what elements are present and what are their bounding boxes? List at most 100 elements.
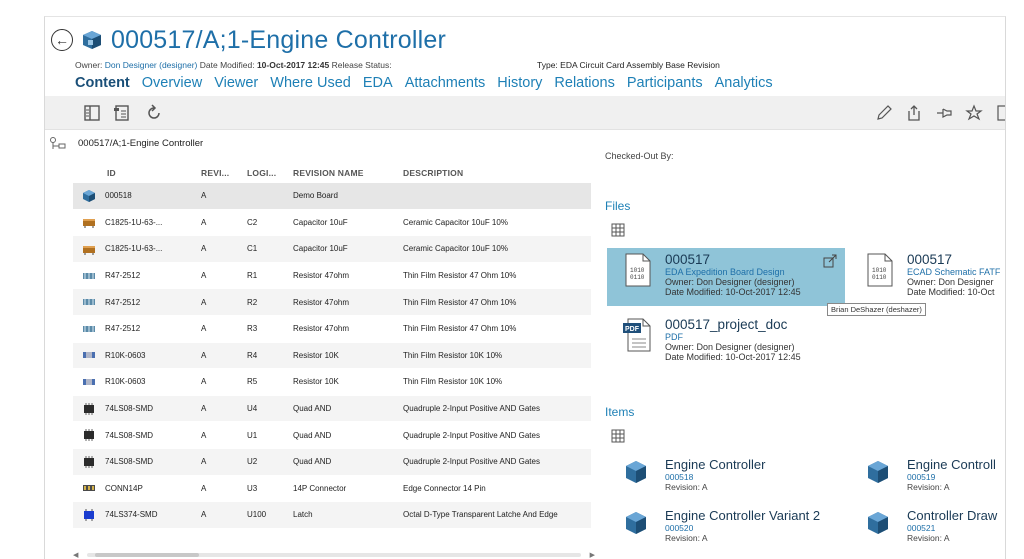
grid-view-icon[interactable]: [611, 429, 625, 443]
item-name[interactable]: Engine Controller: [665, 457, 845, 472]
cell-id: C1825-1U-63-...: [105, 244, 163, 254]
pin-icon[interactable]: [935, 104, 953, 122]
assembly-icon: [868, 461, 888, 483]
horizontal-scrollbar[interactable]: ◀ ▶: [73, 551, 595, 559]
item-revision: Revision: A: [665, 482, 708, 492]
table-header: ID REVI... LOGI... REVISION NAME DESCRIP…: [73, 163, 591, 183]
cell-logical: R4: [247, 350, 258, 360]
item-card[interactable]: Engine Controll 000519 Revision: A: [849, 457, 1005, 501]
file-card[interactable]: 1010 0110 000517 EDA Expedition Board De…: [607, 248, 845, 306]
item-name[interactable]: Engine Controller Variant 2: [665, 508, 845, 523]
assembly-icon: [83, 31, 101, 49]
cell-revision: A: [201, 271, 207, 281]
file-date: Date Modified: 10-Oct-2017 12:45: [665, 287, 801, 297]
panel-icon[interactable]: [83, 104, 101, 122]
table-row[interactable]: 74LS374-SMD A U100 Latch Octal D-Type Transp…: [73, 502, 591, 529]
cell-description: Quadruple 2-Input Positive AND Gates: [403, 404, 540, 414]
table-row[interactable]: R10K-0603 A R5 Resistor 10K Thin Film Resist…: [73, 369, 591, 396]
tab-viewer[interactable]: Viewer: [214, 75, 258, 91]
assembly-icon: [626, 512, 646, 534]
tab-where-used[interactable]: Where Used: [270, 75, 351, 91]
cell-revision-name: Resistor 10K: [293, 377, 339, 387]
header-description[interactable]: DESCRIPTION: [403, 168, 591, 178]
release-label: Release Status:: [331, 60, 392, 70]
cell-revision: A: [201, 350, 207, 360]
row-icon-cell: [73, 402, 105, 416]
table-row[interactable]: R10K-0603 A R4 Resistor 10K Thin Film Resist…: [73, 342, 591, 370]
header-logical[interactable]: LOGI...: [247, 168, 293, 178]
tab-attachments[interactable]: Attachments: [405, 75, 486, 91]
scroll-right-icon[interactable]: ▶: [590, 551, 595, 559]
item-card[interactable]: Engine Controller Variant 2 000520 Revis…: [607, 508, 845, 552]
header-revision-name[interactable]: REVISION NAME: [293, 168, 403, 178]
file-card[interactable]: PDF 000517_project_doc PDF Owner: Don De…: [607, 313, 845, 371]
table-row[interactable]: 74LS08-SMD A U2 Quad AND Quadruple 2-Input P…: [73, 448, 591, 476]
cell-revision: A: [201, 377, 207, 387]
file-date: Date Modified: 10-Oct-2017 12:45: [665, 352, 801, 362]
cell-id: 74LS08-SMD: [105, 430, 154, 440]
pdf-file-icon: PDF: [623, 318, 651, 352]
owner-link[interactable]: Don Designer (designer): [105, 60, 198, 70]
date-value: 10-Oct-2017 12:45: [256, 60, 330, 70]
cell-revision-name: Capacitor 10uF: [293, 217, 348, 227]
structure-icon[interactable]: [113, 104, 131, 122]
table-row[interactable]: R47-2512 A R3 Resistor 47ohm Thin Film Resis…: [73, 316, 591, 343]
table-row[interactable]: R47-2512 A R2 Resistor 47ohm Thin Film Resis…: [73, 289, 591, 316]
cell-revision: A: [201, 404, 207, 414]
cell-revision: A: [201, 430, 207, 440]
header-id[interactable]: ID: [105, 168, 201, 178]
chip-icon: [84, 455, 94, 468]
tab-analytics[interactable]: Analytics: [715, 75, 773, 91]
tab-overview[interactable]: Overview: [142, 75, 202, 91]
cell-revision-name: 14P Connector: [293, 483, 347, 493]
scroll-thumb[interactable]: [95, 553, 199, 557]
refresh-icon[interactable]: [145, 104, 163, 122]
table-row[interactable]: 000518 A Demo Board: [73, 183, 591, 210]
cell-revision-name: Quad AND: [293, 457, 332, 467]
tab-history[interactable]: History: [497, 75, 542, 91]
item-card[interactable]: Engine Controller 000518 Revision: A: [607, 457, 845, 501]
tab-content[interactable]: Content: [75, 75, 130, 91]
tab-participants[interactable]: Participants: [627, 75, 703, 91]
item-id: 000520: [665, 523, 694, 533]
table-row[interactable]: C1825-1U-63-... A C1 Capacitor 10uF Ceramic …: [73, 236, 591, 263]
header-revision[interactable]: REVI...: [201, 168, 247, 178]
cell-revision: A: [201, 244, 207, 254]
row-icon-cell: [73, 348, 105, 362]
item-card[interactable]: Controller Draw 000521 Revision: A: [849, 508, 1005, 552]
share-icon[interactable]: [905, 104, 923, 122]
cell-revision: A: [201, 510, 207, 520]
open-external-icon[interactable]: [823, 254, 837, 268]
item-name[interactable]: Controller Draw: [907, 508, 1005, 523]
pencil-icon[interactable]: [875, 104, 893, 122]
cell-id: 74LS08-SMD: [105, 457, 154, 467]
file-name[interactable]: 000517: [907, 252, 1005, 267]
table-row[interactable]: 74LS08-SMD A U4 Quad AND Quadruple 2-Input P…: [73, 395, 591, 423]
file-card[interactable]: 1010 0110 000517 ECAD Schematic FATF Own…: [849, 248, 1005, 306]
cell-logical: R5: [247, 377, 258, 387]
grid-view-icon[interactable]: [611, 223, 625, 237]
binary-file-icon: 1010 0110: [867, 253, 893, 287]
tab-relations[interactable]: Relations: [554, 75, 614, 91]
table-row[interactable]: CONN14P A U3 14P Connector Edge Connector 14…: [73, 476, 591, 503]
table-row[interactable]: C1825-1U-63-... A C2 Capacitor 10uF Ceramic …: [73, 210, 591, 237]
assembly-icon: [83, 189, 95, 202]
back-button[interactable]: ←: [51, 29, 73, 51]
file-date: Date Modified: 10-Oct: [907, 287, 995, 297]
breadcrumb-item[interactable]: 000517/A;1-Engine Controller: [78, 138, 203, 149]
cell-revision: A: [201, 217, 207, 227]
table-row[interactable]: R47-2512 A R1 Resistor 47ohm Thin Film Resis…: [73, 263, 591, 290]
scroll-left-icon[interactable]: ◀: [73, 551, 78, 559]
table-row[interactable]: 74LS08-SMD A U1 Quad AND Quadruple 2-Input P…: [73, 422, 591, 449]
cell-description: Ceramic Capacitor 10uF 10%: [403, 217, 508, 227]
item-name[interactable]: Engine Controll: [907, 457, 1005, 472]
file-name[interactable]: 000517_project_doc: [665, 317, 845, 332]
star-icon[interactable]: [965, 104, 983, 122]
file-name[interactable]: 000517: [665, 252, 845, 267]
resistor-icon: [83, 299, 95, 306]
row-icon-cell: [73, 455, 105, 469]
tab-eda[interactable]: EDA: [363, 75, 393, 91]
file-type: PDF: [665, 332, 683, 342]
cell-id: R47-2512: [105, 297, 141, 307]
page-icon[interactable]: [995, 104, 1006, 122]
